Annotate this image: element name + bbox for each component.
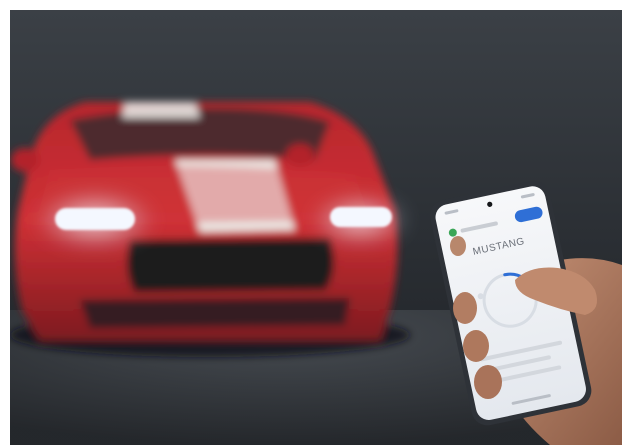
finger-2 [463, 330, 489, 362]
scene-photo: MUSTANG [10, 10, 622, 445]
finger-1 [453, 292, 477, 324]
left-headlight [55, 208, 135, 230]
right-headlight [330, 207, 392, 227]
photo-frame: MUSTANG [10, 10, 622, 445]
finger-3 [474, 365, 502, 399]
finger-tip [450, 236, 466, 256]
